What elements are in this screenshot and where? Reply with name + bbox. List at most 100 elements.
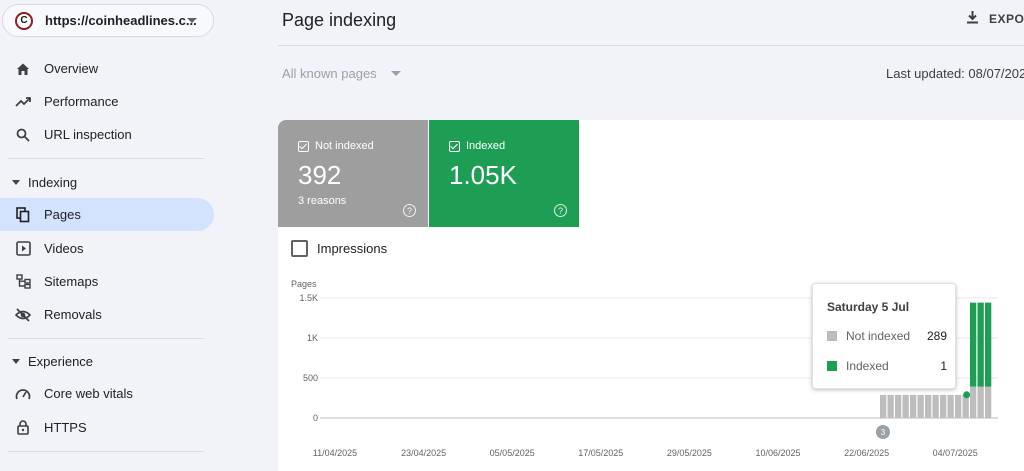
bar-not-indexed (940, 394, 947, 418)
page-title: Page indexing (282, 10, 397, 30)
nav-divider (8, 338, 204, 339)
tile-value: 1.05K (449, 160, 517, 190)
not-indexed-tile[interactable]: Not indexed 392 3 reasons ? (278, 120, 428, 227)
y-tick-label: 0 (313, 413, 318, 423)
bar-not-indexed (962, 394, 969, 418)
nav-item-overview[interactable]: Overview (0, 52, 214, 85)
bar-not-indexed (977, 386, 984, 418)
bar-not-indexed (880, 394, 887, 418)
tile-label: Indexed (466, 140, 506, 152)
visibility-off-icon (15, 307, 31, 323)
bar-not-indexed (917, 394, 924, 418)
y-axis-title: Pages (291, 279, 317, 289)
x-tick-label: 10/06/2025 (755, 448, 800, 458)
nav-item-sitemaps[interactable]: Sitemaps (0, 265, 214, 298)
bar-not-indexed (955, 394, 962, 418)
tile-subtext: 3 reasons (298, 195, 347, 207)
header-divider (278, 45, 1024, 46)
tooltip-row-value: 1 (940, 359, 947, 373)
nav-label: Sitemaps (44, 274, 99, 289)
indexed-tile[interactable]: Indexed 1.05K ? (429, 120, 579, 227)
property-url: https://coinheadlines.c... (45, 13, 197, 28)
tooltip-row-label: Not indexed (846, 329, 911, 343)
collapse-arrow-icon (12, 358, 20, 364)
bar-indexed (970, 302, 977, 387)
nav-label: Pages (44, 207, 81, 222)
page-filter-dropdown[interactable]: All known pages (282, 66, 401, 81)
tile-label: Not indexed (315, 140, 374, 152)
nav-item-pages[interactable]: Pages (0, 198, 214, 231)
home-icon (15, 61, 31, 77)
section-label: Experience (28, 353, 94, 369)
nav-divider (8, 451, 204, 452)
indexing-chart-card: Not indexed 392 3 reasons ? Indexed 1.05… (278, 120, 1024, 471)
tooltip-row-indexed: Indexed 1 (827, 359, 947, 373)
help-icon[interactable]: ? (554, 204, 567, 217)
chevron-down-icon (390, 71, 401, 76)
impressions-toggle[interactable]: Impressions (291, 240, 387, 257)
bar-not-indexed (925, 394, 932, 418)
x-tick-label: 22/06/2025 (844, 448, 889, 458)
nav-divider (8, 158, 204, 159)
y-tick-label: 1.5K (299, 293, 318, 303)
nav-item-removals[interactable]: Removals (0, 298, 214, 331)
section-experience[interactable]: Experience (0, 349, 214, 373)
bar-not-indexed (910, 394, 917, 418)
x-tick-label: 11/04/2025 (313, 448, 357, 458)
sitemap-icon (15, 274, 31, 290)
nav-label: Removals (44, 307, 102, 322)
filter-label: All known pages (282, 66, 377, 81)
x-tick-label: 04/07/2025 (933, 448, 978, 458)
impressions-label: Impressions (317, 241, 388, 256)
tile-header: Indexed (449, 140, 559, 152)
nav-item-https[interactable]: HTTPS (0, 411, 214, 444)
section-label: Indexing (28, 174, 78, 190)
collapse-arrow-icon (12, 179, 20, 185)
nav-item-url-inspection[interactable]: URL inspection (0, 118, 214, 151)
nav-label: Performance (44, 94, 119, 109)
nav-item-core-web-vitals[interactable]: Core web vitals (0, 377, 214, 410)
y-tick-label: 500 (303, 373, 318, 383)
bar-not-indexed (895, 394, 902, 418)
speed-gauge-icon (15, 386, 31, 402)
legend-swatch (827, 361, 837, 371)
y-tick-label: 1K (307, 333, 318, 343)
bar-not-indexed (932, 394, 939, 418)
x-tick-label: 23/04/2025 (401, 448, 446, 458)
tile-header: Not indexed (298, 140, 408, 152)
bar-not-indexed (887, 394, 894, 418)
nav-label: Videos (44, 241, 84, 256)
section-indexing[interactable]: Indexing (0, 170, 214, 194)
export-button[interactable]: EXPOR (966, 10, 1024, 27)
tooltip-title: Saturday 5 Jul (827, 300, 910, 314)
checkbox-checked-icon (449, 140, 460, 152)
x-tick-label: 05/05/2025 (490, 448, 535, 458)
hover-point (963, 391, 971, 399)
legend-swatch (827, 331, 837, 341)
nav-label: Core web vitals (44, 386, 133, 401)
video-library-icon (15, 241, 31, 257)
trending-up-icon (15, 94, 31, 110)
bar-indexed (985, 302, 992, 387)
tooltip-row-not-indexed: Not indexed 289 (827, 329, 947, 343)
nav-item-performance[interactable]: Performance (0, 85, 214, 118)
checkbox-checked-icon (298, 140, 309, 152)
bar-not-indexed (902, 394, 909, 418)
annotation-marker-label: 3 (881, 428, 886, 437)
property-selector[interactable]: C https://coinheadlines.c... (2, 4, 214, 37)
lock-icon (15, 420, 31, 436)
nav-label: URL inspection (44, 127, 132, 142)
search-icon (15, 127, 31, 143)
tooltip-row-label: Indexed (846, 359, 889, 373)
x-tick-label: 17/05/2025 (578, 448, 623, 458)
tooltip-row-value: 289 (926, 329, 947, 343)
copy-pages-icon (15, 206, 31, 223)
download-icon (966, 10, 979, 27)
sidebar: C https://coinheadlines.c... Overview Pe… (0, 0, 228, 471)
nav-label: HTTPS (44, 420, 87, 435)
help-icon[interactable]: ? (403, 204, 416, 217)
bar-indexed (977, 302, 984, 387)
nav-item-videos[interactable]: Videos (0, 232, 214, 265)
bar-not-indexed (985, 386, 992, 418)
nav-label: Overview (44, 61, 99, 76)
